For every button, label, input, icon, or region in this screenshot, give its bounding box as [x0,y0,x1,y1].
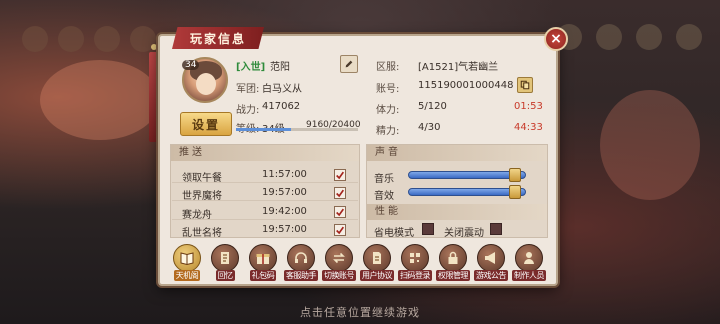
copy-account-button[interactable] [517,77,533,93]
bottom-button[interactable]: 游戏公告 [474,244,508,284]
bottom-button[interactable]: 权限管理 [436,244,470,284]
stamina-label: 体力: [376,105,400,116]
push-item-checkbox[interactable] [334,224,346,236]
bottom-button-label: 用户协议 [360,270,394,281]
bg-glow [40,60,160,140]
exp-bar-fill [236,128,291,131]
team-icon [524,252,534,264]
push-item-checkbox[interactable] [334,187,346,199]
energy-timer: 44:33 [514,122,543,133]
push-header: 推送 [171,145,359,161]
power-label: 战力: [236,105,260,116]
check-icon [336,226,345,234]
bottom-button[interactable]: 用户协议 [360,244,394,284]
edit-name-button[interactable] [340,55,358,73]
push-item-label: 乱世名将 [182,228,222,239]
bg-top-icons [556,24,702,50]
bg-left-icons [22,26,156,52]
row-divider [172,219,358,220]
bottom-button[interactable]: 回忆 [208,244,242,284]
bottom-button[interactable]: 切换账号 [322,244,356,284]
gift-code-icon [256,254,270,264]
scroll-icon [221,252,229,264]
pencil-icon [345,60,353,68]
guild-label: 军团: [236,84,260,95]
document-icon [373,252,381,264]
power-save-label: 省电模式 [374,228,414,239]
account-value: 115190001000448 [418,80,514,91]
push-item-time: 19:57:00 [262,187,307,198]
sfx-label: 音效 [374,191,394,202]
qr-scan-icon [410,253,420,263]
check-icon [336,171,345,179]
stamina-timer: 01:53 [514,101,543,112]
bottom-button-label: 客服助手 [284,270,318,281]
exp-bar [236,128,358,131]
row-divider [172,182,358,183]
account-label: 账号: [376,84,400,95]
energy-value: 4/30 [418,122,441,133]
bottom-button-label: 天机阁 [173,270,201,281]
stamina-value: 5/120 [418,101,447,112]
switch-icon [333,252,345,264]
bottom-button[interactable]: 礼包码 [246,244,280,284]
performance-header: 性能 [367,204,547,220]
bottom-button-label: 权限管理 [436,270,470,281]
bottom-button-label: 回忆 [215,270,235,281]
bottom-button-label: 制作人员 [512,270,546,281]
check-icon [336,208,345,216]
server-value: [A1521]气若幽兰 [418,62,499,73]
push-item-time: 11:57:00 [262,169,307,180]
continue-hint: 点击任意位置继续游戏 [300,306,420,319]
sound-header: 声音 [367,145,547,161]
bottom-button-label: 游戏公告 [474,270,508,281]
megaphone-icon [485,252,495,264]
bottom-button-label: 礼包码 [249,270,277,281]
music-slider-thumb[interactable] [508,168,521,182]
panel-title: 玩家信息 [172,27,264,49]
book-icon [180,252,194,266]
copy-icon [520,80,530,90]
bottom-button[interactable]: 制作人员 [512,244,546,284]
push-item-time: 19:42:00 [262,206,307,217]
bottom-button[interactable]: 客服助手 [284,244,318,284]
push-item-time: 19:57:00 [262,224,307,235]
sfx-slider-thumb[interactable] [508,185,521,199]
settings-button[interactable]: 设置 [180,112,232,136]
row-divider [172,200,358,201]
music-label: 音乐 [374,174,394,185]
vibration-toggle[interactable] [490,223,502,235]
bottom-button-label: 扫码登录 [398,270,432,281]
power-save-toggle[interactable] [422,223,434,235]
close-button[interactable]: × [544,27,568,51]
player-name: 范阳 [270,62,290,73]
energy-label: 精力: [376,126,400,137]
server-label: 区服: [376,62,400,73]
check-icon [336,189,345,197]
bottom-button[interactable]: 天机阁 [170,244,204,284]
player-tag: [入世] [236,62,266,73]
bottom-button-bar: 天机阁 回忆 礼包码 客服助手 切换账号 用户协议 扫码登录 权限管理 游戏公告… [170,244,546,284]
bottom-button[interactable]: 扫码登录 [398,244,432,284]
power-value: 417062 [262,101,301,112]
headset-icon [295,252,307,263]
bottom-button-label: 切换账号 [322,270,356,281]
bg-glow [600,90,700,200]
push-item-checkbox[interactable] [334,169,346,181]
push-item-checkbox[interactable] [334,206,346,218]
lock-icon [448,251,458,264]
avatar-level-badge: 34 [182,60,200,70]
vibration-label: 关闭震动 [444,228,484,239]
guild-value: 白马义从 [262,84,302,95]
